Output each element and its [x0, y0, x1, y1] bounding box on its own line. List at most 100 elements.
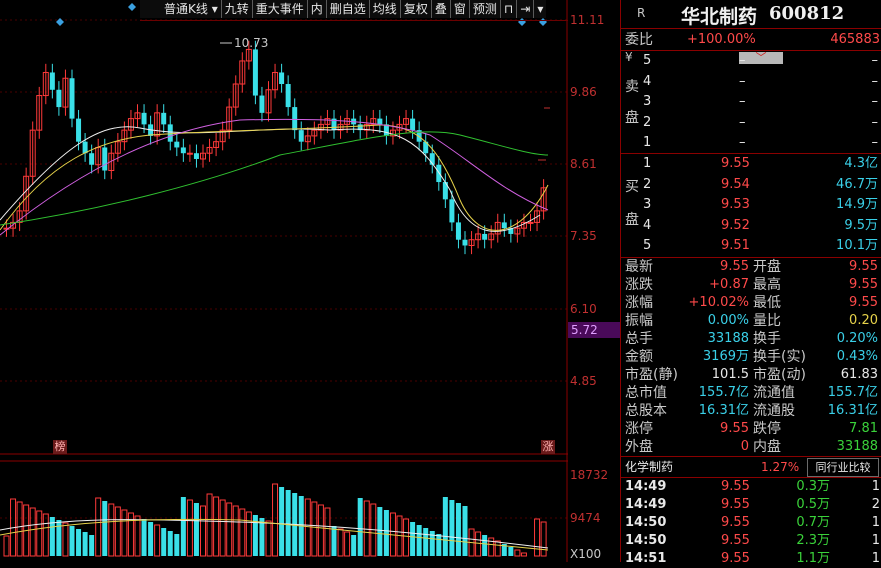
volume-bar	[174, 534, 180, 556]
buy-level-row[interactable]: 5 9.51 10.1万	[621, 236, 881, 256]
volume-bar	[285, 490, 291, 556]
forecast-button[interactable]: 预测	[469, 0, 501, 18]
volume-bar	[239, 508, 246, 557]
volume-bar	[494, 540, 501, 557]
industry-row: 化学制药 1.27% 同行业比较	[621, 457, 881, 477]
stat-label: 流通值	[753, 385, 795, 401]
bang-marker[interactable]: 榜	[53, 440, 67, 454]
volume-bar	[245, 511, 252, 557]
stat-label: 总股本	[625, 403, 667, 419]
candle	[501, 222, 507, 229]
volume-bar	[416, 525, 422, 556]
volume-bar	[403, 518, 410, 557]
stat-label: 最低	[753, 295, 781, 311]
buy-level-row[interactable]: 2 9.54 46.7万	[621, 175, 881, 195]
zhang-marker[interactable]: 涨	[541, 440, 555, 454]
expand-panel-icon[interactable]: ⇥	[517, 0, 535, 18]
candle	[56, 89, 62, 108]
stat-value: +0.87	[709, 277, 749, 292]
stat-label: 跌停	[753, 421, 781, 437]
tick-count: 1	[871, 479, 880, 494]
stat-label: 涨停	[625, 421, 653, 437]
tick-time: 14:49	[625, 497, 667, 512]
stat-value: 0.00%	[707, 313, 749, 328]
kline-chart[interactable]: 10.73	[0, 0, 568, 562]
kline-type-dropdown[interactable]: 普通K线 ▾	[140, 0, 222, 18]
buy-level-row[interactable]: 1 9.55 4.3亿	[621, 154, 881, 174]
overlay-button[interactable]: 叠	[431, 0, 451, 18]
nine-turn-button[interactable]: 九转	[221, 0, 253, 18]
more-dropdown-icon[interactable]: ▾	[534, 0, 547, 18]
volume-bar	[206, 493, 213, 557]
stat-label: 最新	[625, 259, 653, 275]
candle	[449, 199, 455, 223]
tick-volume: 0.7万	[796, 515, 830, 530]
volume-bar	[383, 510, 389, 556]
window-button[interactable]: 窗	[450, 0, 470, 18]
volume-bar	[337, 528, 344, 557]
volume-bar	[377, 507, 383, 556]
buy-price: 9.51	[721, 238, 750, 254]
candle	[193, 153, 199, 159]
sell-level: 2	[643, 114, 652, 130]
sell-level: 4	[643, 73, 652, 89]
stats-row: 涨幅 +10.02% 最低 9.55	[621, 294, 881, 312]
sell-level-row[interactable]: 5 – –	[621, 51, 881, 71]
sell-level-row[interactable]: 3 – –	[621, 92, 881, 112]
major-events-button[interactable]: 重大事件	[252, 0, 308, 18]
tick-volume: 2.3万	[796, 533, 830, 548]
volume-bar	[108, 503, 115, 557]
buy-level: 2	[643, 176, 652, 192]
stat-value: 155.7亿	[827, 385, 878, 400]
stock-code: 600812	[769, 3, 845, 24]
sell-price: –	[739, 73, 746, 89]
candle	[252, 49, 258, 96]
weibi-row: 委比 +100.00% 465883	[621, 30, 881, 50]
kline-chart-area[interactable]: 10.73 榜 涨 11.11 9.86 8.61 7.35 6.10 5.72…	[0, 0, 620, 562]
volume-bar	[56, 520, 62, 556]
volume-bar	[357, 498, 363, 556]
price-tick: 9.86	[570, 85, 597, 99]
candle	[69, 78, 75, 119]
inner-button[interactable]: 内	[307, 0, 327, 18]
sell-level-row[interactable]: 1 – –	[621, 133, 881, 153]
remove-watchlist-button[interactable]: 删自选	[326, 0, 370, 18]
stat-label: 换手(实)	[753, 349, 806, 365]
stat-label: 市盈(静)	[625, 367, 678, 383]
buy-price: 9.55	[721, 156, 750, 171]
candle	[410, 118, 416, 131]
stats-row: 总市值 155.7亿 流通值 155.7亿	[621, 384, 881, 402]
moving-average-button[interactable]: 均线	[369, 0, 401, 18]
stat-label: 涨幅	[625, 295, 653, 311]
buy-level-row[interactable]: 4 9.52 9.5万	[621, 216, 881, 236]
candle	[482, 233, 488, 240]
stats-row: 总手 33188 换手 0.20%	[621, 330, 881, 348]
volume-bar	[455, 503, 461, 556]
sell-volume: –	[871, 135, 879, 150]
industry-name[interactable]: 化学制药	[625, 457, 673, 477]
tick-row: 14:51 9.55 1.1万 1	[621, 550, 881, 568]
event-marker	[56, 18, 64, 26]
adjust-button[interactable]: 复权	[400, 0, 432, 18]
sell-level-row[interactable]: 4 – –	[621, 72, 881, 92]
sell-level-row[interactable]: 2 – –	[621, 113, 881, 133]
volume-bar	[200, 505, 206, 557]
high-price-marker: 10.73	[234, 36, 268, 50]
sell-volume: –	[871, 114, 879, 130]
volume-bar	[520, 552, 527, 557]
candle	[161, 112, 167, 125]
buy-level: 4	[643, 217, 652, 233]
candle	[102, 147, 108, 171]
lock-icon[interactable]: ⊓	[500, 0, 518, 18]
volume-bar	[475, 531, 482, 557]
stat-value: 3169万	[702, 349, 749, 364]
volume-bar	[102, 501, 108, 556]
stat-label: 外盘	[625, 439, 653, 455]
industry-change: 1.27%	[761, 460, 800, 474]
tick-volume: 0.5万	[796, 497, 830, 512]
volume-bar	[3, 535, 10, 557]
compare-industry-button[interactable]: 同行业比较	[807, 458, 879, 477]
volume-bar	[219, 499, 226, 557]
buy-level-row[interactable]: 3 9.53 14.9万	[621, 195, 881, 215]
stat-label: 涨跌	[625, 277, 653, 293]
